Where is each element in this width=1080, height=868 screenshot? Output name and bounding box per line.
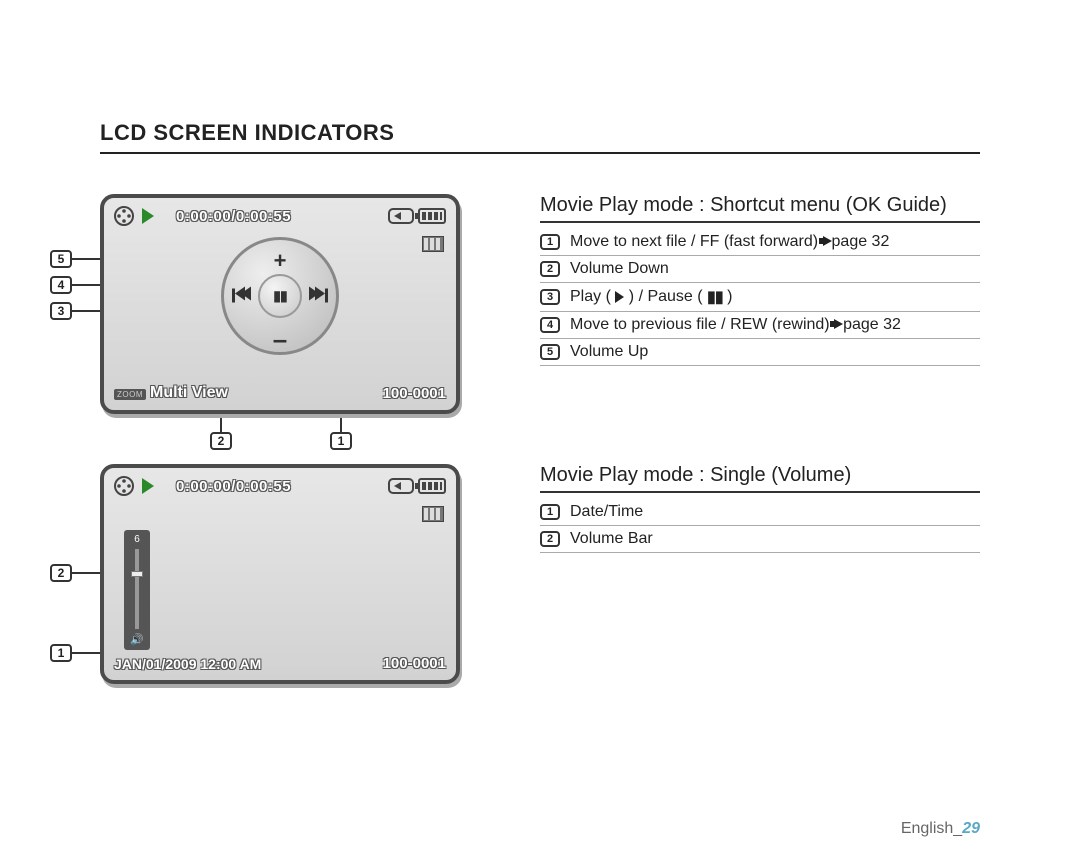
next-icon <box>309 286 328 305</box>
movie-reel-icon <box>114 476 134 496</box>
row-volume: 2 1 0:00:00/0:00:55 6 🔊 <box>100 464 980 684</box>
timecode: 0:00:00/0:00:55 <box>176 208 291 225</box>
guide2-item-2: 2 Volume Bar <box>540 526 980 553</box>
callout-2b: 2 <box>50 564 72 582</box>
back-icon <box>388 478 414 494</box>
section-title: LCD SCREEN INDICATORS <box>100 120 980 154</box>
guide2-heading: Movie Play mode : Single (Volume) <box>540 464 980 493</box>
guide1-heading: Movie Play mode : Shortcut menu (OK Guid… <box>540 194 980 223</box>
guide1-item-1: 1 Move to next file / FF (fast forward) … <box>540 229 980 256</box>
row-shortcut-guide: 5 4 3 2 1 0:00:00/0:00:55 <box>100 194 980 414</box>
thumbnail-grid-icon <box>422 236 444 252</box>
play-status-icon <box>142 208 154 224</box>
pause-icon: ▮▮ <box>273 287 286 304</box>
timecode-2: 0:00:00/0:00:55 <box>176 478 291 495</box>
file-number: 100-0001 <box>383 385 446 402</box>
zoom-badge: ZOOM <box>114 389 146 400</box>
battery-icon <box>418 478 446 494</box>
pageref-arrow-icon <box>834 319 843 329</box>
volume-level: 6 <box>134 534 140 545</box>
page-footer: English_29 <box>901 820 980 838</box>
guide1-item-5: 5 Volume Up <box>540 339 980 366</box>
callout-1b: 1 <box>50 644 72 662</box>
volume-knob-icon <box>131 571 143 577</box>
callout-4: 4 <box>50 276 72 294</box>
battery-icon <box>418 208 446 224</box>
lcd-screen-2: 0:00:00/0:00:55 6 🔊 JAN/01/2009 12:00 AM… <box>100 464 460 684</box>
callout-2: 2 <box>210 432 232 450</box>
guide1-item-2: 2 Volume Down <box>540 256 980 283</box>
back-icon <box>388 208 414 224</box>
ok-dial: + – ▮▮ <box>221 237 339 355</box>
volume-up-icon: + <box>274 248 287 274</box>
guide1-item-4: 4 Move to previous file / REW (rewind) p… <box>540 312 980 339</box>
callout-5: 5 <box>50 250 72 268</box>
volume-down-icon: – <box>273 332 287 346</box>
prev-icon <box>232 286 251 305</box>
callout-1: 1 <box>330 432 352 450</box>
movie-reel-icon <box>114 206 134 226</box>
file-number-2: 100-0001 <box>383 655 446 672</box>
speaker-icon: 🔊 <box>130 633 144 646</box>
pageref-arrow-icon <box>823 236 832 246</box>
thumbnail-grid-icon <box>422 506 444 522</box>
play-status-icon <box>142 478 154 494</box>
pause-glyph-icon: ▮▮ <box>707 287 723 307</box>
callout-3: 3 <box>50 302 72 320</box>
volume-bar: 6 🔊 <box>124 530 150 650</box>
play-glyph-icon <box>615 291 624 303</box>
multi-view-label: Multi View <box>150 384 228 401</box>
guide2-item-1: 1 Date/Time <box>540 499 980 526</box>
date-time: JAN/01/2009 12:00 AM <box>114 656 261 672</box>
lcd-screen-1: 0:00:00/0:00:55 + – ▮▮ <box>100 194 460 414</box>
guide1-item-3: 3 Play ( ) / Pause ( ▮▮ ) <box>540 283 980 312</box>
